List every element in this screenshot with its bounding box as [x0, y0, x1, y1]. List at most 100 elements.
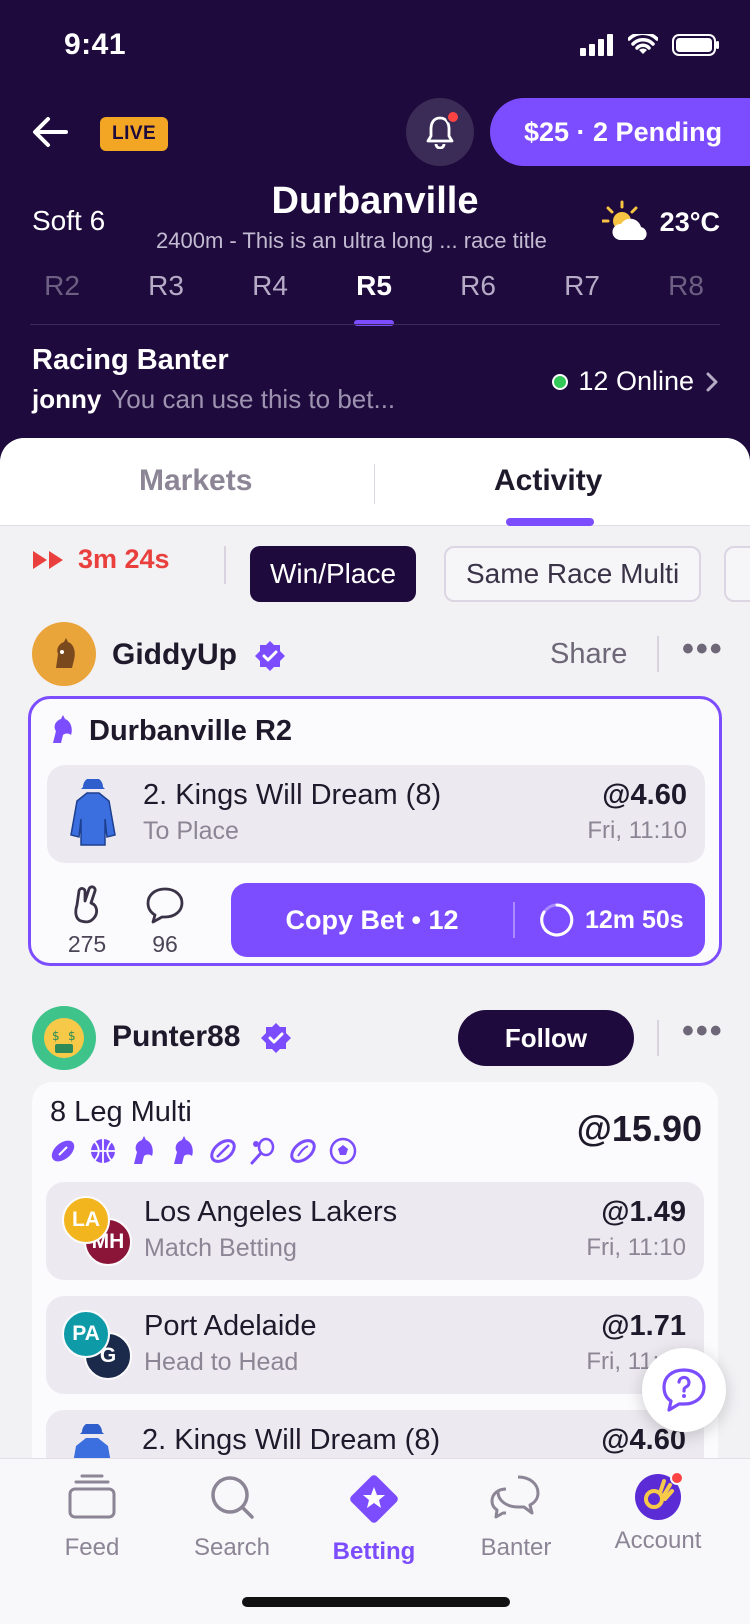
- banter-preview[interactable]: jonny You can use this to bet...: [32, 384, 395, 415]
- multi-title: 8 Leg Multi: [50, 1096, 192, 1128]
- event-time: Fri, 11:10: [587, 817, 687, 844]
- race-header: 9:41 LIVE $25 · 2 Pending Soft 6 Durbanv…: [0, 0, 750, 470]
- reaction-fingers[interactable]: 275: [57, 885, 117, 958]
- tab-r5[interactable]: R5: [334, 270, 414, 302]
- temperature: 23°C: [659, 206, 720, 237]
- nav-search[interactable]: Search: [162, 1473, 302, 1562]
- tab-r7[interactable]: R7: [542, 270, 622, 302]
- comments-count: 96: [152, 931, 178, 957]
- market-name: Match Betting: [144, 1234, 297, 1262]
- svg-text:$: $: [68, 1029, 76, 1043]
- odds: @1.71: [601, 1310, 686, 1342]
- selection-name: Los Angeles Lakers: [144, 1196, 398, 1228]
- back-arrow-icon[interactable]: [28, 110, 72, 154]
- chip-win-place[interactable]: Win/Place: [250, 546, 417, 602]
- nav-betting[interactable]: Betting: [304, 1473, 444, 1566]
- odds: @4.60: [602, 779, 687, 811]
- chat-bubbles-icon: [490, 1475, 540, 1519]
- fast-forward-icon: [33, 550, 63, 569]
- copy-count: 12: [428, 904, 459, 935]
- comments-button[interactable]: 96: [135, 885, 195, 958]
- notification-dot: [670, 1471, 684, 1485]
- partly-cloudy-icon: [601, 200, 647, 240]
- runner-name: 2. Kings Will Dream (8): [142, 1424, 441, 1456]
- market-name: Head to Head: [144, 1348, 299, 1376]
- soccer-icon: [329, 1137, 357, 1165]
- tab-activity[interactable]: Activity: [494, 464, 602, 498]
- follow-button[interactable]: Follow: [458, 1010, 634, 1066]
- chip-more[interactable]: [724, 546, 750, 602]
- horse-racing-icon: [53, 715, 72, 743]
- divider: [657, 636, 659, 672]
- nav-banter[interactable]: Banter: [446, 1473, 586, 1562]
- horse-icon: [56, 638, 75, 668]
- tab-r4[interactable]: R4: [230, 270, 310, 302]
- divider: [657, 1020, 659, 1056]
- copy-label: Copy Bet: [285, 904, 404, 935]
- share-button[interactable]: Share: [550, 638, 627, 671]
- copy-bet-button[interactable]: Copy Bet • 12 12m 50s: [231, 883, 705, 957]
- account-avatar: [632, 1471, 684, 1521]
- banter-message: You can use this to bet...: [111, 384, 396, 414]
- countdown-text: 3m 24s: [78, 544, 170, 574]
- team-badge-home: LA: [62, 1196, 110, 1244]
- nav-label: Feed: [64, 1534, 120, 1561]
- banter-title[interactable]: Racing Banter: [32, 344, 229, 377]
- basketball-icon: [91, 1139, 115, 1163]
- tab-r3[interactable]: R3: [126, 270, 206, 302]
- status-icons: [580, 34, 720, 56]
- nav-feed[interactable]: Feed: [22, 1473, 162, 1562]
- divider: [30, 324, 720, 325]
- race-tabs: R2 R3 R4 R5 R6 R7 R8: [0, 270, 750, 328]
- notification-dot: [446, 110, 460, 124]
- poster-name[interactable]: Punter88: [112, 1020, 240, 1054]
- notifications-button[interactable]: [406, 98, 474, 166]
- horse-icon: [134, 1136, 153, 1164]
- help-question-icon: [662, 1368, 706, 1412]
- avatar-punter88[interactable]: $ $: [32, 1006, 96, 1070]
- tab-markets[interactable]: Markets: [139, 464, 252, 498]
- market-name: To Place: [143, 817, 239, 845]
- bet-leg[interactable]: PA G Port Adelaide Head to Head @1.71 Fr…: [46, 1296, 704, 1394]
- online-dot: [552, 373, 569, 390]
- tab-r2[interactable]: R2: [22, 270, 102, 302]
- cellular-signal-icon: [580, 34, 613, 56]
- copy-timer: 12m 50s: [515, 902, 684, 938]
- poster-name[interactable]: GiddyUp: [112, 638, 237, 672]
- afl-icon: [290, 1139, 316, 1163]
- football-icon: [51, 1140, 75, 1162]
- more-options-icon[interactable]: •••: [682, 1012, 724, 1051]
- tab-r6[interactable]: R6: [438, 270, 518, 302]
- bet-leg[interactable]: 2. Kings Will Dream (8) To Place @4.60 F…: [47, 765, 705, 863]
- online-count[interactable]: 12 Online: [552, 366, 720, 397]
- home-indicator: [242, 1597, 510, 1607]
- multi-total-odds: @15.90: [576, 1108, 702, 1149]
- fingers-crossed-icon: [74, 885, 98, 924]
- race-name: Durbanville R2: [89, 715, 293, 747]
- help-button[interactable]: [642, 1348, 726, 1432]
- comment-icon: [146, 887, 184, 924]
- race-tab-indicator: [354, 320, 394, 326]
- timer-text: 12m 50s: [585, 905, 684, 934]
- team-badge-home: PA: [62, 1310, 110, 1358]
- feed-icon: [68, 1474, 116, 1519]
- chip-same-race-multi[interactable]: Same Race Multi: [444, 546, 702, 602]
- sport-icons: [48, 1136, 358, 1166]
- fingers-count: 275: [67, 931, 107, 957]
- nav-label: Banter: [480, 1534, 552, 1561]
- bottom-nav: Feed Search Betting Banter Account: [0, 1458, 750, 1624]
- copy-bet-label: Copy Bet • 12: [285, 904, 459, 935]
- bet-card[interactable]: Durbanville R2 2. Kings Will Dream (8) T…: [28, 696, 722, 966]
- timer-ring-icon: [540, 903, 574, 937]
- bet-leg[interactable]: LA MH Los Angeles Lakers Match Betting @…: [46, 1182, 704, 1280]
- race-subtitle: 2400m - This is an ultra long ... race t…: [156, 228, 547, 253]
- battery-icon: [672, 34, 719, 56]
- avatar-giddyup[interactable]: [32, 622, 96, 686]
- content-sheet: Markets Activity 3m 24s Win/Place Same R…: [0, 438, 750, 1624]
- pending-bets-button[interactable]: $25 · 2 Pending: [490, 98, 750, 166]
- segment-divider: [374, 464, 375, 504]
- nav-account[interactable]: Account: [588, 1471, 728, 1555]
- tab-r8[interactable]: R8: [646, 270, 726, 302]
- status-time: 9:41: [64, 28, 127, 61]
- more-options-icon[interactable]: •••: [682, 630, 724, 669]
